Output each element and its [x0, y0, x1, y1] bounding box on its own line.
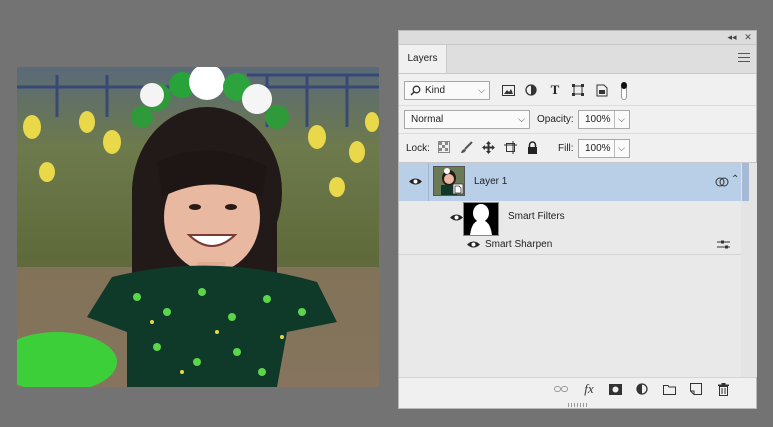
lock-label: Lock:: [406, 143, 430, 154]
adjustment-layer-icon[interactable]: [634, 381, 650, 397]
opacity-label: Opacity:: [537, 114, 574, 125]
image-filter-icon[interactable]: [500, 82, 516, 98]
filter-row-smart-sharpen[interactable]: Smart Sharpen: [399, 236, 741, 255]
shape-filter-icon[interactable]: [570, 82, 586, 98]
smart-object-filter-icon[interactable]: [594, 82, 610, 98]
adjustment-filter-icon[interactable]: [523, 82, 539, 98]
blending-options-icon[interactable]: [717, 240, 730, 250]
blend-mode-dropdown[interactable]: Normal ⌵: [404, 110, 530, 129]
new-group-icon[interactable]: [661, 381, 677, 397]
collapse-filters-chevron-icon[interactable]: ⌃: [731, 174, 739, 185]
panel-tab-bar: Layers: [399, 45, 756, 74]
add-mask-icon[interactable]: [607, 381, 623, 397]
lock-all-icon[interactable]: [524, 139, 540, 155]
fill-label: Fill:: [558, 143, 574, 154]
delete-icon[interactable]: [715, 381, 731, 397]
smart-filters-label: Smart Filters: [508, 211, 565, 222]
blend-row: Normal ⌵ Opacity: 100% ⌵: [399, 106, 756, 134]
smart-filter-indicator-icon: [715, 177, 729, 187]
panel-bottom-toolbar: fx: [399, 377, 756, 400]
panel-resize-grip[interactable]: [568, 403, 588, 407]
blend-mode-value: Normal: [411, 114, 444, 125]
opacity-value: 100%: [585, 114, 611, 125]
tab-layers[interactable]: Layers: [399, 45, 447, 73]
layers-list: Layer 1 ⌃ Smart Filters Smart Sharpen: [399, 163, 741, 377]
fill-value: 100%: [585, 143, 611, 154]
smart-filters-row[interactable]: Smart Filters: [399, 201, 741, 236]
layer-thumbnail: [433, 166, 465, 196]
fx-icon[interactable]: fx: [581, 381, 597, 397]
chevron-down-icon: ⌵: [478, 85, 485, 95]
filter-toggle-switch[interactable]: [621, 82, 627, 100]
lock-image-pixels-icon[interactable]: [458, 139, 474, 155]
new-layer-icon[interactable]: [688, 381, 704, 397]
scrollbar-thumb[interactable]: [742, 163, 749, 201]
kind-filter-dropdown[interactable]: Kind ⌵: [404, 81, 490, 100]
link-layers-icon[interactable]: [553, 381, 569, 397]
chevron-down-icon[interactable]: ⌵: [614, 140, 625, 157]
layer-name[interactable]: Layer 1: [474, 176, 507, 187]
filter-row: Kind ⌵ T: [399, 77, 756, 106]
layer-row[interactable]: Layer 1 ⌃: [399, 163, 741, 201]
filter-visibility-eye-icon[interactable]: [467, 240, 480, 249]
lock-artboard-icon[interactable]: [502, 139, 518, 155]
hamburger-icon[interactable]: [738, 53, 750, 63]
double-chevron-icon[interactable]: ◂◂: [725, 31, 739, 44]
filter-name[interactable]: Smart Sharpen: [485, 239, 552, 250]
lock-position-icon[interactable]: [480, 139, 496, 155]
layers-panel: ◂◂ ✕ Layers Kind ⌵ T Normal ⌵ Opacity: 1…: [398, 30, 757, 409]
kind-filter-label: Kind: [425, 85, 446, 96]
close-icon[interactable]: ✕: [741, 31, 755, 44]
search-icon: [410, 85, 421, 96]
smart-filters-visibility-eye-icon[interactable]: [450, 213, 463, 222]
smart-filter-mask-thumbnail[interactable]: [463, 202, 499, 236]
panel-title-bar: ◂◂ ✕: [399, 31, 756, 45]
photo-image: [17, 67, 379, 387]
lock-transparent-pixels-icon[interactable]: [436, 139, 452, 155]
layers-scrollbar[interactable]: [741, 163, 757, 377]
chevron-down-icon[interactable]: ⌵: [614, 111, 625, 128]
document-canvas[interactable]: [17, 67, 379, 387]
lock-row: Lock: Fill: 100% ⌵: [399, 134, 756, 163]
chevron-down-icon: ⌵: [518, 114, 525, 124]
fill-field[interactable]: 100% ⌵: [578, 139, 630, 158]
visibility-eye-icon[interactable]: [409, 177, 422, 186]
type-filter-icon[interactable]: T: [547, 82, 563, 98]
opacity-field[interactable]: 100% ⌵: [578, 110, 630, 129]
